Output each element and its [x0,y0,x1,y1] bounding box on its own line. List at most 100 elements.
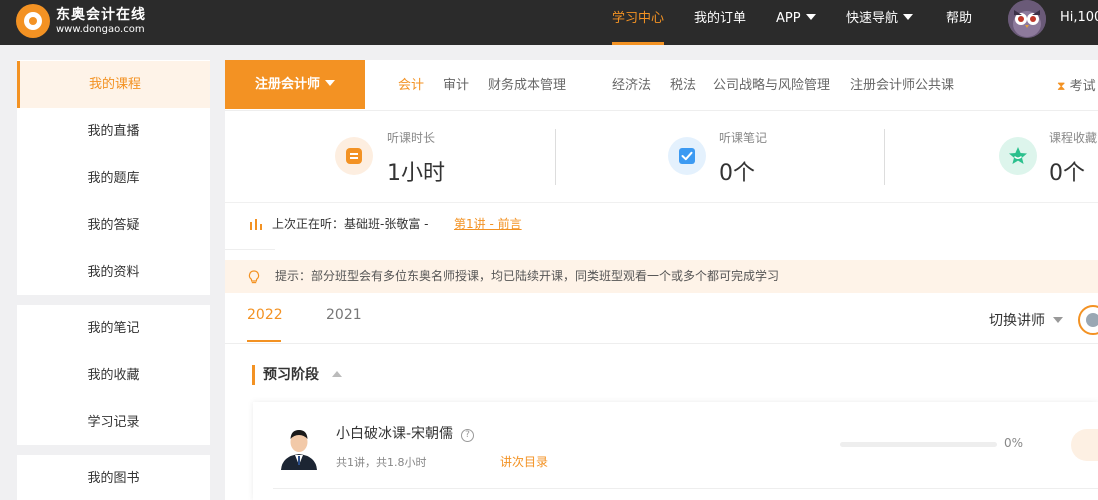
bar-chart-icon [250,219,262,230]
sidebar-item-label: 我的课程 [88,77,141,92]
nav-app[interactable]: APP [776,0,816,45]
nav-study-center[interactable]: 学习中心 [612,0,665,45]
sidebar-item-label: 学习记录 [87,415,140,430]
sidebar-item-label: 我的收藏 [87,368,140,383]
nav-label: APP [776,11,801,26]
tip-banner: 提示：部分班型会有多位东奥名师授课，均已陆续开课，同类班型观看一个或多个都可完成… [225,260,1098,293]
certificate-label: 注册会计师 [254,77,320,92]
stage-label: 预习阶段 [263,367,319,383]
nav-label: 我的订单 [694,11,747,26]
course-title-text: 小白破冰课-宋朝儒 [336,426,454,442]
owl-avatar-icon [1008,0,1046,38]
top-bar: 东奥会计在线 www.dongao.com 学习中心 我的订单 APP 快速导航… [0,0,1098,45]
sidebar-item-label: 我的直播 [87,124,140,139]
stat-value: 1小时 [387,161,445,186]
certificate-selector[interactable]: 注册会计师 [225,60,365,109]
sidebar-item-my-question-bank[interactable]: 我的题库 [17,155,210,202]
lesson-catalog-link[interactable]: 讲次目录 [500,453,548,470]
dongao-logo[interactable]: 东奥会计在线 www.dongao.com [16,2,146,42]
course-card: 小白破冰课-宋朝儒? 共1讲，共1.8小时 讲次目录 0% [253,402,1098,500]
divider [225,343,1098,344]
nav-label: 学习中心 [612,11,665,26]
start-study-button[interactable] [1071,429,1098,461]
stat-label: 课程收藏 [1049,131,1098,145]
hourglass-icon: ⧗ [1057,79,1066,93]
sidebar-item-my-favorites[interactable]: 我的收藏 [17,352,210,399]
nav-quick-navigation[interactable]: 快速导航 [846,0,914,45]
sidebar-group-courses: 我的课程 我的直播 我的题库 我的答疑 我的资料 [17,60,210,295]
last-played: 上次正在听：基础班-张敬富 - 第1讲 - 前言 [225,202,1098,249]
caret-down-icon [1053,317,1064,323]
switch-teacher-label: 切换讲师 [989,313,1045,329]
switch-teacher-dropdown[interactable]: 切换讲师 [989,310,1064,330]
lightbulb-icon [248,270,260,284]
tab-corporate-strategy[interactable]: 公司战略与风险管理 [713,60,830,112]
tab-cpa-public-course[interactable]: 注册会计师公共课 [850,60,954,112]
tab-audit[interactable]: 审计 [443,60,469,112]
tab-tax-law[interactable]: 税法 [670,60,696,112]
course-progress-bar [840,442,997,447]
study-stats: 听课时长 1小时 听课笔记 0个 课程收藏 0个 [225,110,1098,202]
star-icon [999,137,1037,175]
sidebar-item-label: 我的资料 [87,265,140,280]
course-meta: 共1讲，共1.8小时 [336,456,427,469]
tip-text: 提示：部分班型会有多位东奥名师授课，均已陆续开课，同类班型观看一个或多个都可完成… [275,269,780,283]
teacher-avatar-icon [1086,313,1098,327]
tab-economic-law[interactable]: 经济法 [612,60,651,112]
caret-down-icon [805,14,816,20]
sidebar-item-label: 我的笔记 [87,321,140,336]
caret-down-icon [903,14,914,20]
nav-label: 快速导航 [846,11,899,26]
course-progress-text: 0% [1004,436,1024,450]
sidebar-item-my-qa[interactable]: 我的答疑 [17,202,210,249]
caret-up-icon [331,371,342,377]
tab-year-2021[interactable]: 2021 [326,307,362,323]
sidebar-group-notes: 我的笔记 我的收藏 学习记录 [17,305,210,445]
caret-down-icon [325,80,335,86]
teacher-photo [277,424,321,470]
sidebar-item-label: 我的答疑 [87,218,140,233]
nav-my-orders[interactable]: 我的订单 [694,0,746,45]
last-played-prefix: 上次正在听：基础班-张敬富 - [272,217,429,231]
sidebar-item-my-books[interactable]: 我的图书 [17,455,210,500]
logo-url: www.dongao.com [56,24,145,35]
logo-name: 东奥会计在线 [56,7,146,23]
tab-accounting[interactable]: 会计 [398,60,424,112]
sidebar-item-my-live[interactable]: 我的直播 [17,108,210,155]
exam-link[interactable]: ⧗ 考试 [1057,60,1096,113]
stat-label: 听课时长 [387,131,436,145]
last-played-lesson-link[interactable]: 第1讲 - 前言 [454,215,522,232]
stat-value: 0个 [719,161,755,186]
tab-financial-cost-management[interactable]: 财务成本管理 [488,60,566,112]
divider [555,129,556,185]
tab-year-2022[interactable]: 2022 [247,307,283,323]
divider [884,129,885,185]
main-panel: 注册会计师 会计 审计 财务成本管理 经济法 税法 公司战略与风险管理 注册会计… [225,60,1098,500]
sidebar-item-label: 我的题库 [87,171,140,186]
stage-title[interactable]: 预习阶段 [252,365,342,385]
sidebar-group-books: 我的图书 [17,455,210,500]
logo-mark-icon [16,4,50,38]
teacher-avatar[interactable] [1078,305,1098,335]
divider [273,488,1098,489]
exam-link-label: 考试 [1069,79,1096,94]
subject-tabs: 会计 审计 财务成本管理 经济法 税法 公司战略与风险管理 注册会计师公共课 ⧗… [365,60,1098,109]
teacher-portrait-icon [281,430,317,470]
sidebar-item-label: 我的图书 [87,471,140,486]
sidebar-item-my-materials[interactable]: 我的资料 [17,249,210,296]
stat-value: 0个 [1049,161,1085,186]
stat-label: 听课笔记 [719,131,768,145]
listen-duration-icon [335,137,373,175]
sidebar-item-study-records[interactable]: 学习记录 [17,399,210,446]
sidebar-item-my-courses[interactable]: 我的课程 [17,61,210,108]
sidebar-item-my-notes[interactable]: 我的笔记 [17,305,210,352]
user-avatar[interactable] [1008,0,1046,38]
note-check-icon [668,137,706,175]
active-tab-indicator [247,340,281,342]
help-icon[interactable]: ? [461,429,475,442]
nav-help[interactable]: 帮助 [946,0,972,45]
course-title[interactable]: 小白破冰课-宋朝儒? [336,423,475,443]
nav-label: 帮助 [946,11,973,26]
user-greeting[interactable]: Hi,100 [1060,0,1098,36]
divider [225,249,275,250]
